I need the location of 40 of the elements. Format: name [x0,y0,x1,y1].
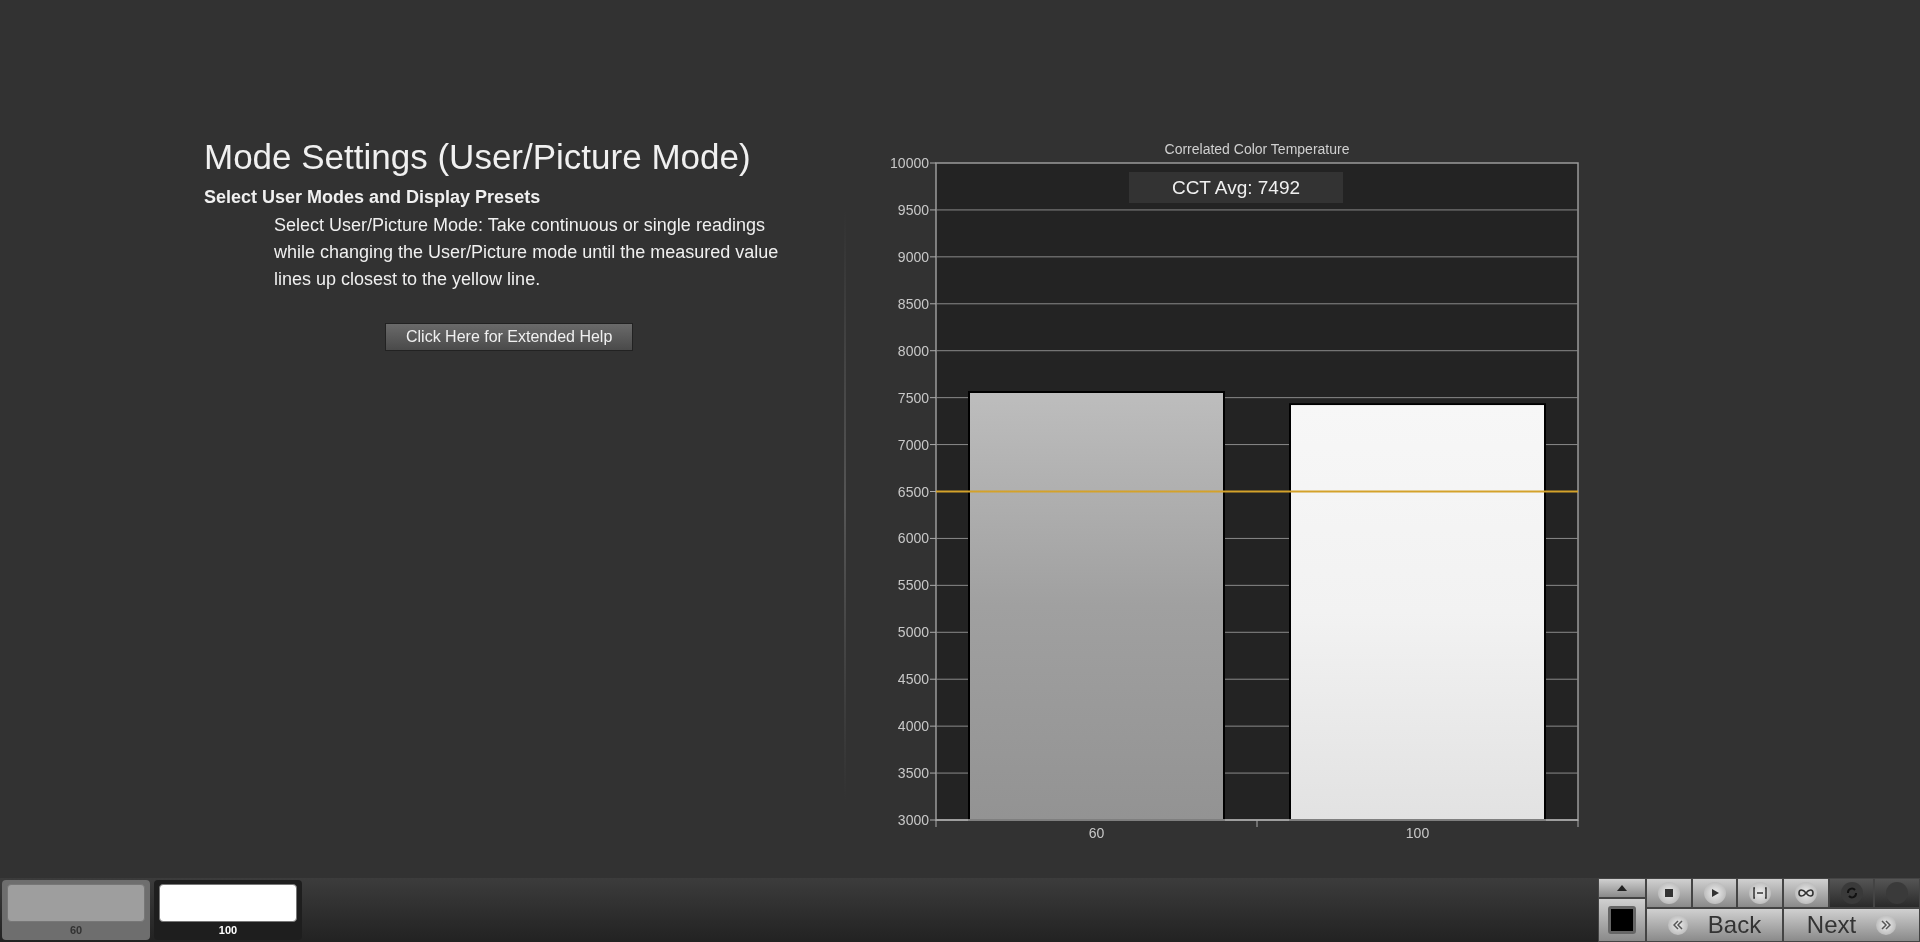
y-axis-label: 7000 [897,436,929,453]
y-axis-label: 6000 [897,530,929,547]
y-axis-label: 10000 [890,155,929,171]
double-chevron-right-icon [1881,920,1892,930]
page-title: Mode Settings (User/Picture Mode) [204,136,752,178]
y-axis-label: 3000 [897,812,929,828]
y-axis-label: 8000 [897,342,929,359]
y-axis-label: 8500 [897,295,929,312]
infinity-loop-icon [1797,888,1814,898]
y-axis-label: 4500 [897,671,929,688]
refresh-icon [1845,887,1858,899]
extended-help-button[interactable]: Click Here for Extended Help [385,323,634,351]
y-axis-label: 7500 [897,389,929,406]
triangle-up-icon [1616,884,1628,892]
stop-button[interactable] [1646,878,1692,908]
average-label: CCT Avg: 7492 [1129,172,1343,203]
double-chevron-left-icon [1672,920,1683,930]
instructions-text: Select User/Picture Mode: Take continuous or single readings while changing the User/Picture mode until the measured value lines up closest to the yellow line. [274,214,780,291]
play-button[interactable] [1691,878,1738,908]
up-arrow-button[interactable] [1598,878,1646,898]
color-patch-tab[interactable]: 100 [154,880,302,940]
y-axis-label: 5000 [897,624,929,641]
x-axis-label: 60 [1088,825,1105,841]
stop-button[interactable] [1598,898,1646,942]
y-axis-label: 3500 [897,765,929,782]
back-button[interactable]: Back [1646,908,1783,942]
section-heading: Select User Modes and Display Presets [204,187,542,208]
bracket-range-icon [1753,887,1768,899]
y-axis-label: 6500 [897,483,929,500]
y-axis-label: 9000 [897,248,929,265]
chart-title: Correlated Color Temperature [1164,141,1350,157]
loop-button[interactable] [1783,878,1829,908]
y-axis-label: 9500 [897,201,929,218]
x-axis-label: 100 [1405,825,1430,841]
y-axis-label: 4000 [897,718,929,735]
range-button[interactable] [1737,878,1783,908]
y-axis-label: 5500 [897,577,929,594]
play-icon [1709,888,1720,898]
stop-icon [1663,888,1674,898]
next-button[interactable]: Next [1783,908,1920,942]
